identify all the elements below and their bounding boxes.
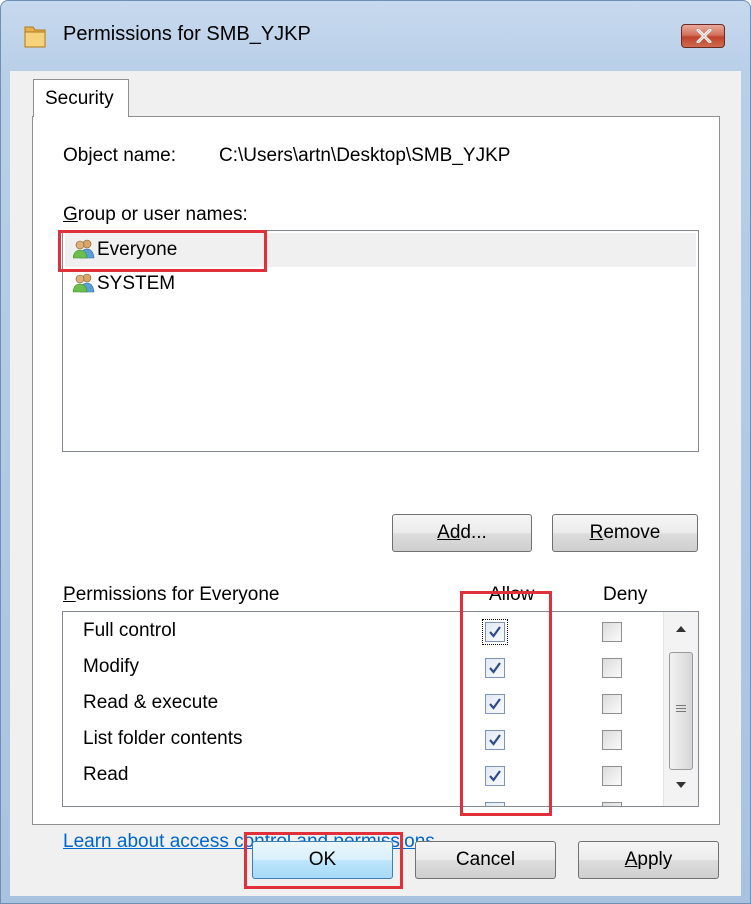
scroll-down-icon[interactable]	[676, 782, 686, 788]
permissions-list[interactable]: Full control Modify Read & execute List fol…	[62, 611, 699, 807]
apply-button[interactable]: Apply	[578, 841, 719, 879]
group-or-user-names-label: Group or user names:	[63, 204, 248, 225]
deny-checkbox[interactable]	[602, 802, 622, 806]
highlight-allow-column	[460, 591, 552, 816]
permission-name: Read	[83, 764, 129, 785]
permission-row: Full control	[63, 614, 663, 648]
permissions-scrollbar[interactable]	[663, 612, 698, 806]
permission-name: Full control	[83, 620, 176, 641]
permission-row: Read & execute	[63, 686, 663, 720]
highlight-ok	[244, 832, 403, 889]
deny-checkbox[interactable]	[602, 658, 622, 678]
cancel-button[interactable]: Cancel	[415, 841, 556, 879]
user-name: SYSTEM	[97, 273, 176, 294]
window-title: Permissions for SMB_YJKP	[63, 23, 311, 45]
scroll-thumb[interactable]	[669, 652, 693, 770]
dialog-body: Security Object name: C:\Users\artn\Desk…	[10, 71, 741, 896]
security-tab-panel: Object name: C:\Users\artn\Desktop\SMB_Y…	[32, 116, 720, 852]
permission-name: Modify	[83, 656, 139, 677]
highlight-everyone	[58, 230, 267, 272]
users-icon	[73, 273, 95, 293]
remove-button[interactable]: Remove	[552, 514, 698, 552]
permission-row-partial	[63, 794, 663, 806]
deny-checkbox[interactable]	[602, 766, 622, 786]
scroll-grip-icon	[676, 705, 686, 714]
tab-security[interactable]: Security	[33, 79, 129, 117]
permission-row: Read	[63, 758, 663, 792]
folder-icon	[24, 26, 46, 48]
deny-checkbox[interactable]	[602, 622, 622, 642]
scroll-up-icon[interactable]	[676, 626, 686, 632]
deny-column-header: Deny	[603, 584, 648, 605]
add-button[interactable]: Add...	[392, 514, 532, 552]
close-icon	[696, 29, 712, 43]
permissions-title: Permissions for Everyone	[63, 584, 280, 605]
object-name-label: Object name:	[63, 145, 176, 166]
permission-row: List folder contents	[63, 722, 663, 756]
deny-checkbox[interactable]	[602, 694, 622, 714]
user-row-system[interactable]: SYSTEM	[65, 267, 696, 301]
permission-name: Read & execute	[83, 692, 219, 713]
permissions-dialog: Permissions for SMB_YJKP Security Object…	[0, 0, 751, 904]
deny-checkbox[interactable]	[602, 730, 622, 750]
object-name-value: C:\Users\artn\Desktop\SMB_YJKP	[219, 145, 511, 166]
close-button[interactable]	[681, 24, 725, 48]
permission-row: Modify	[63, 650, 663, 684]
tab-security-label: Security	[45, 88, 114, 109]
permission-name: List folder contents	[83, 728, 243, 749]
title-bar[interactable]: Permissions for SMB_YJKP	[1, 1, 750, 71]
